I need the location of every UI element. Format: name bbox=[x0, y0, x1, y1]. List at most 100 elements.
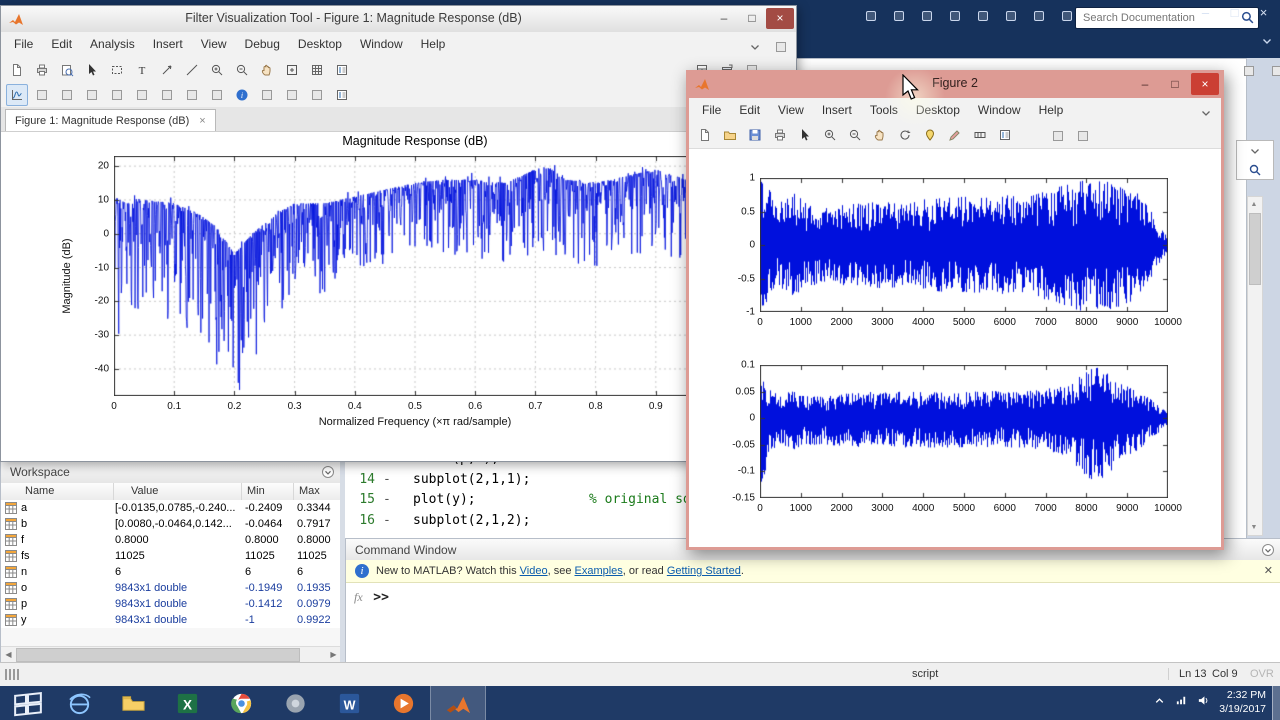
save-icon[interactable] bbox=[861, 6, 881, 26]
fv-tb-legend-icon[interactable] bbox=[331, 59, 353, 81]
fv-tb-text-icon[interactable]: T bbox=[131, 59, 153, 81]
minimize-button[interactable]: – bbox=[1131, 73, 1159, 95]
column-header-min[interactable]: Min bbox=[247, 485, 265, 497]
fv-analysis-overlay-icon[interactable] bbox=[306, 84, 328, 106]
fig2-tb-pointer-icon[interactable] bbox=[794, 124, 816, 146]
fig2-tb-colorbar-icon[interactable] bbox=[969, 124, 991, 146]
word-icon[interactable]: W bbox=[322, 686, 376, 720]
fv-mb-close-panel-icon[interactable] bbox=[770, 36, 792, 58]
fv-tb-pointer-icon[interactable] bbox=[81, 59, 103, 81]
fv-mb-chevron-icon[interactable] bbox=[744, 36, 766, 58]
show-desktop-button[interactable] bbox=[1272, 686, 1280, 720]
scroll-right-icon[interactable]: ▶ bbox=[327, 648, 340, 661]
column-header-value[interactable]: Value bbox=[131, 485, 158, 497]
fig2-menu-edit[interactable]: Edit bbox=[730, 99, 769, 121]
fv-analysis-pole-zero-icon[interactable] bbox=[181, 84, 203, 106]
fv-tb-fit-icon[interactable] bbox=[281, 59, 303, 81]
fv-analysis-measure-icon[interactable] bbox=[281, 84, 303, 106]
fig2-menu-insert[interactable]: Insert bbox=[813, 99, 861, 121]
fv-menu-desktop[interactable]: Desktop bbox=[289, 33, 351, 55]
tray-chevron-up-icon[interactable] bbox=[1153, 694, 1166, 712]
fv-analysis-step-icon[interactable] bbox=[156, 84, 178, 106]
fv-menu-debug[interactable]: Debug bbox=[236, 33, 289, 55]
workspace-row-o[interactable]: o 9843x1 double -0.1949 0.1935 bbox=[1, 580, 341, 596]
chrome-icon[interactable] bbox=[214, 686, 268, 720]
command-window-panel[interactable]: Command Window i New to MATLAB? Watch th… bbox=[345, 538, 1280, 664]
scrollbar-thumb[interactable] bbox=[16, 648, 300, 662]
column-header-name[interactable]: Name bbox=[25, 485, 54, 497]
magnitude-response-plot[interactable] bbox=[114, 156, 716, 396]
command-window-menu-icon[interactable] bbox=[1261, 543, 1275, 557]
fig2-tb-print-icon[interactable] bbox=[769, 124, 791, 146]
workspace-horizontal-scrollbar[interactable]: ◀ ▶ bbox=[1, 646, 341, 662]
internet-explorer-icon[interactable] bbox=[52, 686, 106, 720]
command-prompt[interactable]: fx >> bbox=[354, 589, 389, 605]
fv-tb-print-preview-icon[interactable] bbox=[56, 59, 78, 81]
network-icon[interactable] bbox=[1175, 694, 1188, 712]
fig2-menu-window[interactable]: Window bbox=[969, 99, 1030, 121]
fig2-tb-legend-icon[interactable] bbox=[994, 124, 1016, 146]
fv-analysis-mag-icon[interactable] bbox=[6, 84, 28, 106]
fv-tb-pan-icon[interactable] bbox=[256, 59, 278, 81]
toolbar-popout[interactable] bbox=[1236, 140, 1274, 180]
fv-menu-insert[interactable]: Insert bbox=[144, 33, 192, 55]
tab-close-icon[interactable]: × bbox=[199, 115, 205, 127]
fig2-menu-help[interactable]: Help bbox=[1030, 99, 1073, 121]
fv-analysis-coeffs-icon[interactable] bbox=[206, 84, 228, 106]
fig2-tbr-show-tools-icon[interactable] bbox=[1072, 125, 1094, 147]
taskbar-clock[interactable]: 2:32 PM 3/19/2017 bbox=[1219, 689, 1266, 716]
workspace-menu-icon[interactable] bbox=[321, 465, 335, 479]
fvtool-titlebar[interactable]: Filter Visualization Tool - Figure 1: Ma… bbox=[1, 6, 796, 33]
panel-splitter[interactable] bbox=[340, 450, 345, 662]
file-explorer-icon[interactable] bbox=[106, 686, 160, 720]
fv-analysis-info-icon[interactable]: i bbox=[231, 84, 253, 106]
scroll-left-icon[interactable]: ◀ bbox=[2, 648, 15, 661]
matlab-icon[interactable] bbox=[430, 686, 486, 720]
fig2-tb-brush-icon[interactable] bbox=[944, 124, 966, 146]
fig2-tb-open-icon[interactable] bbox=[719, 124, 741, 146]
volume-icon[interactable] bbox=[1197, 694, 1210, 712]
start-button[interactable] bbox=[8, 689, 48, 717]
close-button[interactable]: × bbox=[766, 8, 794, 29]
panel-icon[interactable] bbox=[1238, 60, 1260, 82]
excel-icon[interactable]: X bbox=[160, 686, 214, 720]
fv-tb-draw-arrow-icon[interactable] bbox=[156, 59, 178, 81]
panel-icon[interactable] bbox=[1266, 60, 1280, 82]
fv-analysis-phase-delay-icon[interactable] bbox=[106, 84, 128, 106]
maximize-button[interactable]: □ bbox=[1220, 2, 1249, 24]
link-examples[interactable]: Examples bbox=[575, 565, 623, 577]
redo-icon[interactable] bbox=[1001, 6, 1021, 26]
fv-analysis-legend-icon[interactable] bbox=[331, 84, 353, 106]
toolstrip-collapse-icon[interactable] bbox=[1260, 34, 1274, 48]
scrollbar-thumb[interactable] bbox=[1249, 213, 1261, 285]
fv-tb-draw-line-icon[interactable] bbox=[181, 59, 203, 81]
tab-figure1[interactable]: Figure 1: Magnitude Response (dB) × bbox=[5, 109, 216, 131]
fv-tb-new-doc-icon[interactable] bbox=[6, 59, 28, 81]
fig2-tb-datatip-icon[interactable] bbox=[919, 124, 941, 146]
workspace-row-f[interactable]: f 0.8000 0.8000 0.8000 bbox=[1, 532, 341, 548]
link-video[interactable]: Video bbox=[520, 565, 548, 577]
fv-analysis-phase-icon[interactable] bbox=[31, 84, 53, 106]
banner-close-icon[interactable]: ✕ bbox=[1264, 564, 1273, 577]
fv-tb-grid-icon[interactable] bbox=[306, 59, 328, 81]
fv-menu-edit[interactable]: Edit bbox=[42, 33, 81, 55]
workspace-row-y[interactable]: y 9843x1 double -1 0.9922 bbox=[1, 612, 341, 628]
fv-analysis-group-delay-icon[interactable] bbox=[81, 84, 103, 106]
fig2-menu-file[interactable]: File bbox=[693, 99, 730, 121]
fv-menu-help[interactable]: Help bbox=[412, 33, 455, 55]
fv-menu-file[interactable]: File bbox=[5, 33, 42, 55]
minimize-button[interactable]: – bbox=[1191, 2, 1220, 24]
workspace-row-p[interactable]: p 9843x1 double -0.1412 0.0979 bbox=[1, 596, 341, 612]
fv-tb-marquee-icon[interactable] bbox=[106, 59, 128, 81]
minimize-button[interactable]: – bbox=[710, 8, 738, 29]
close-button[interactable]: × bbox=[1249, 2, 1278, 24]
workspace-row-b[interactable]: b [0.0080,-0.0464,0.142... -0.0464 0.7917 bbox=[1, 516, 341, 532]
fig2-tb-save-icon[interactable] bbox=[744, 124, 766, 146]
maximize-button[interactable]: □ bbox=[738, 8, 766, 29]
fig2-tbr-hide-tools-icon[interactable] bbox=[1047, 125, 1069, 147]
fv-analysis-mag-phase-icon[interactable] bbox=[56, 84, 78, 106]
figure2-top-plot[interactable] bbox=[760, 178, 1168, 312]
fv-tb-zoom-out-icon[interactable] bbox=[231, 59, 253, 81]
column-header-max[interactable]: Max bbox=[299, 485, 320, 497]
fv-menu-view[interactable]: View bbox=[192, 33, 236, 55]
